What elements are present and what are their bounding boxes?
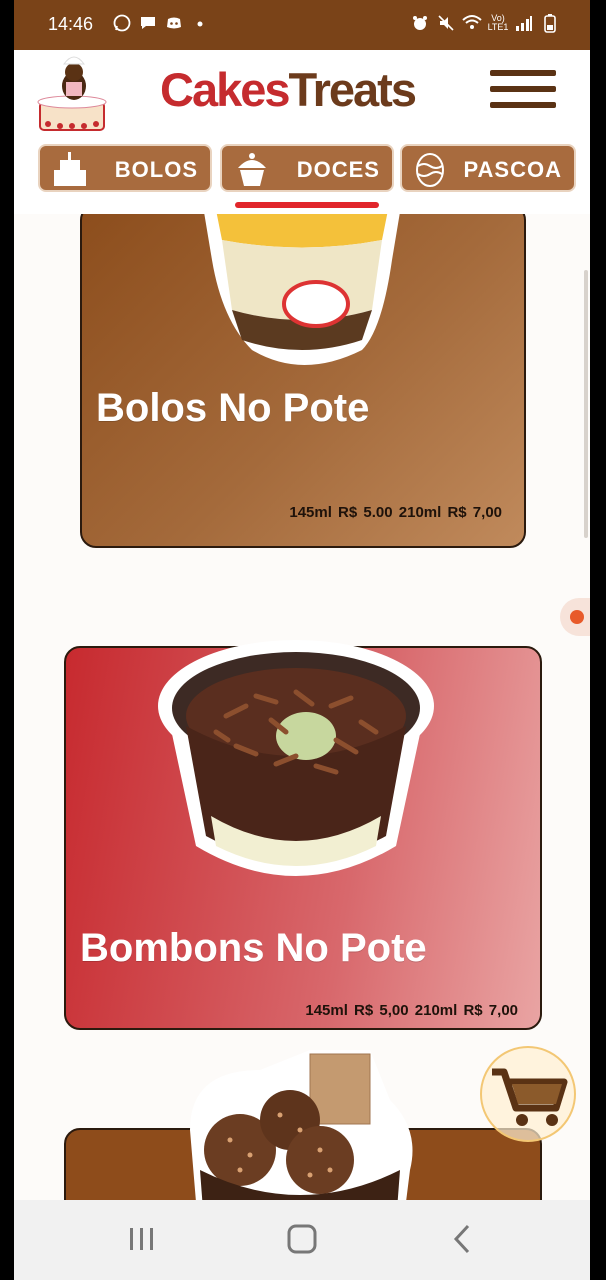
product-card-bombons-no-pote[interactable]: Bombons No Pote 145ml R$ 5,00 210ml R$ 7…: [64, 640, 542, 1030]
product-prices: 145ml R$ 5.00 210ml R$ 7,00: [289, 504, 502, 521]
tab-bolos[interactable]: BOLOS: [38, 144, 212, 192]
cake-icon: [48, 150, 92, 188]
product-card-bolos-no-pote[interactable]: Bolos No Pote 145ml R$ 5.00 210ml R$ 7,0…: [80, 214, 526, 548]
easter-egg-icon: [410, 150, 454, 188]
product-image: [158, 640, 434, 876]
tab-label: PASCOA: [463, 157, 562, 182]
product-card-brigadeiro[interactable]: [64, 1050, 542, 1200]
lte-label: Vo) LTE1: [487, 13, 509, 32]
brand-title-cakes: Cakes: [160, 63, 290, 116]
app-screen: 14:46 Vo) LTE1 CakesTreats BOLOS DOCES P…: [14, 0, 590, 1280]
status-bar: 14:46 Vo) LTE1: [14, 0, 590, 50]
notification-icons: [112, 13, 210, 33]
whatsapp-icon: [112, 13, 132, 33]
shopping-cart-icon: [492, 1068, 568, 1126]
app-header: CakesTreats: [14, 50, 590, 138]
hamburger-menu-icon[interactable]: [490, 70, 556, 114]
home-icon[interactable]: [282, 1222, 322, 1258]
wifi-icon: [462, 13, 482, 33]
product-title: Bolos No Pote: [96, 386, 370, 430]
signal-icon: [514, 13, 534, 33]
scrollbar[interactable]: [584, 270, 588, 538]
tab-doces[interactable]: DOCES: [220, 144, 394, 192]
tab-label: DOCES: [296, 157, 380, 182]
cart-button[interactable]: [480, 1046, 576, 1142]
active-tab-indicator: [235, 202, 379, 208]
product-image: [190, 1050, 413, 1200]
message-icon: [138, 13, 158, 33]
brand-title-treats: Treats: [288, 63, 417, 116]
tab-pascoa[interactable]: PASCOA: [400, 144, 576, 192]
tab-label: BOLOS: [114, 157, 198, 182]
dot-icon: [190, 13, 210, 33]
brand-logo[interactable]: [30, 52, 112, 136]
mute-icon: [436, 13, 456, 33]
back-icon[interactable]: [442, 1222, 482, 1258]
brand-title: CakesTreats: [160, 62, 417, 117]
alarm-icon: [410, 13, 430, 33]
product-image: [204, 214, 400, 365]
discord-icon: [164, 13, 184, 33]
cupcake-icon: [230, 150, 274, 188]
status-time: 14:46: [48, 14, 94, 34]
product-title: Bombons No Pote: [80, 926, 427, 970]
floating-indicator[interactable]: [560, 598, 590, 636]
recent-apps-icon[interactable]: [122, 1222, 162, 1258]
system-nav-bar: [14, 1200, 590, 1280]
product-prices: 145ml R$ 5,00 210ml R$ 7,00: [305, 1002, 518, 1019]
battery-icon: [540, 13, 560, 33]
system-icons: Vo) LTE1: [410, 13, 560, 33]
